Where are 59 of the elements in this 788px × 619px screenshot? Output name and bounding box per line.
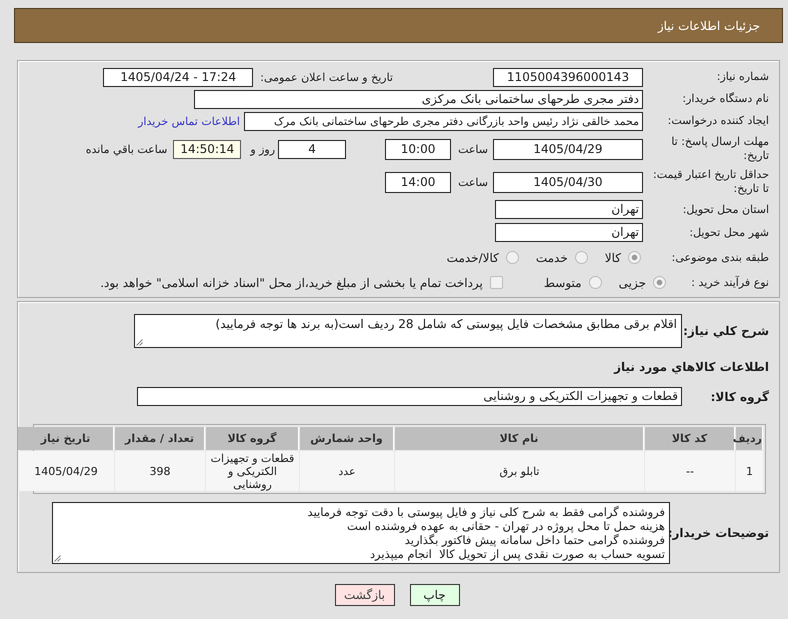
- column-header: تعداد / مقدار: [115, 427, 205, 450]
- city-field[interactable]: تهران: [495, 223, 643, 242]
- resize-grip-icon[interactable]: [136, 339, 143, 346]
- field-label: شهر محل تحویل:: [688, 226, 770, 240]
- table-cell: عدد: [300, 451, 394, 491]
- reply-time-field[interactable]: 10:00: [385, 138, 452, 160]
- table-cell: قطعات و تجهیزات الکتریکی و روشنایی: [206, 451, 299, 491]
- field-label: گروه کالا:: [710, 390, 770, 404]
- field-label: نوع فرآیند خرید :: [690, 276, 770, 290]
- field-label: نام دستگاه خریدار:: [681, 92, 770, 106]
- description-field[interactable]: اقلام برقی مطابق مشخصات فایل پیوستی که شامل 28 ردیف است(به برند ها توجه فرمایید): [134, 314, 682, 348]
- field-label: استان محل تحویل:: [682, 202, 770, 216]
- time-label: ساعت: [458, 176, 488, 188]
- reply-date-field[interactable]: 1405/04/29: [493, 138, 643, 160]
- announcement-date-field[interactable]: 1405/04/24 - 17:24: [103, 68, 254, 86]
- field-label: شرح کلي نیاز:: [682, 324, 770, 338]
- section-heading: اطلاعات کالاهاي مورد نیاز: [612, 359, 770, 376]
- table-cell: --: [645, 451, 735, 491]
- radio-label: متوسط: [544, 276, 582, 290]
- days-label: روز و: [250, 142, 276, 156]
- field-label: توضیحات خریدار:: [670, 526, 770, 540]
- field-label: شماره نیاز:: [716, 70, 770, 84]
- buyer-org-field[interactable]: دفتر مجری طرحهای ساختمانی بانک مرکزی: [194, 90, 643, 108]
- table-cell: تابلو برق: [395, 451, 644, 491]
- radio-label: جزیی: [618, 276, 646, 290]
- field-label: ایجاد کننده درخواست:: [666, 114, 770, 128]
- goods-group-field[interactable]: قطعات و تجهیزات الکتریکی و روشنایی: [137, 387, 682, 406]
- back-button[interactable]: بازگشت: [334, 584, 394, 606]
- validity-time-field[interactable]: 14:00: [385, 172, 452, 192]
- notes-field[interactable]: فروشنده گرامی فقط به شرح کلی نیاز و فایل پیوستی با دقت توجه فرمایید هزینه حمل تا محل پروژه در تهران - حقانی به عهده فروشنده است فروشنده گرامی حتما داخل سامانه پیش فاکتور بگذارید تسویه حساب به صورت نقدی پس از تحویل کالا انجام میپذیرد: [52, 502, 670, 564]
- remaining-label: ساعت باقي مانده: [86, 142, 168, 156]
- column-header: تاریخ نیاز: [18, 427, 114, 450]
- province-field[interactable]: تهران: [495, 200, 643, 219]
- print-button[interactable]: چاپ: [410, 584, 460, 606]
- column-header: گروه کالا: [206, 427, 299, 450]
- days-field[interactable]: 4: [278, 140, 346, 158]
- validity-date-field[interactable]: 1405/04/30: [493, 172, 643, 192]
- column-header: کد کالا: [645, 427, 735, 450]
- buyer-contact-link[interactable]: اطلاعات تماس خریدار: [138, 114, 240, 128]
- field-label: حداقل تاریخ اعتبار قیمت: تا تاریخ:: [652, 168, 770, 196]
- column-header: ردیف: [736, 427, 763, 450]
- table-cell: 1: [736, 451, 763, 491]
- need-number-field[interactable]: 1105004396000143: [493, 68, 643, 86]
- checkbox-label: پرداخت تمام یا بخشی از مبلغ خرید،از محل "اسناد خزانه اسلامی" خواهد بود.: [100, 276, 483, 290]
- radio-label: کالا/خدمت: [446, 250, 499, 264]
- field-label: تاریخ و ساعت اعلان عمومی:: [260, 70, 393, 84]
- column-header: واحد شمارش: [300, 427, 394, 450]
- resize-grip-icon[interactable]: [54, 555, 61, 562]
- field-label: طبقه بندی موضوعی:: [670, 250, 770, 264]
- remaining-time-field[interactable]: 14:50:14: [173, 140, 242, 158]
- time-label: ساعت: [458, 142, 488, 156]
- table-cell: 1405/04/29: [18, 451, 114, 491]
- page-title: جزئیات اطلاعات نیاز: [658, 18, 760, 32]
- table-cell: 398: [115, 451, 205, 491]
- requester-field[interactable]: محمد خالقی نژاد رئیس واحد بازرگانی دفتر مجری طرحهای ساختمانی بانک مرک: [244, 112, 643, 130]
- field-label: مهلت ارسال پاسخ: تا تاریخ:: [670, 135, 770, 163]
- radio-label: کالا: [604, 250, 621, 264]
- radio-label: خدمت: [536, 250, 568, 264]
- column-header: نام کالا: [395, 427, 644, 450]
